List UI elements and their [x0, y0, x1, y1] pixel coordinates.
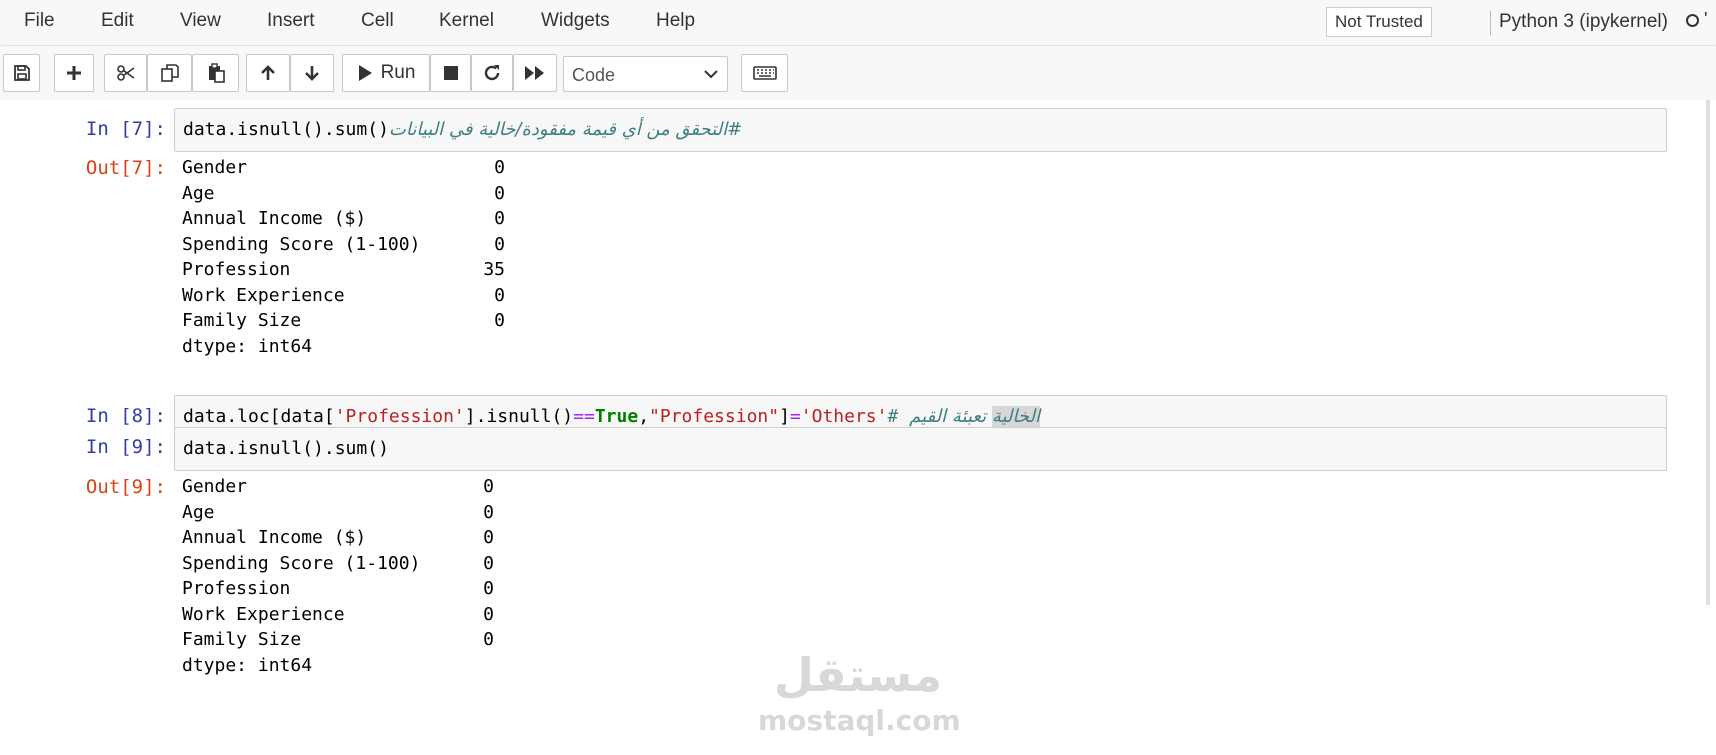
fast-forward-icon — [525, 66, 544, 80]
trust-button[interactable]: Not Trusted — [1326, 7, 1432, 37]
cut-button[interactable] — [104, 54, 147, 92]
output-row: Work Experience 0 — [182, 603, 494, 625]
menu-insert[interactable]: Insert — [267, 10, 315, 32]
output-row: Annual Income ($) 0 — [182, 527, 494, 548]
kernel-name[interactable]: Python 3 (ipykernel) — [1499, 11, 1668, 33]
keyboard-icon — [752, 66, 777, 80]
code-cell-7[interactable]: data.isnull().sum()#التحقق من أي قيمة مف… — [174, 108, 1667, 152]
code-line: data.isnull().sum() — [183, 438, 389, 459]
toolbar: Run Code — [0, 46, 1716, 100]
output-dtype: dtype: int64 — [182, 335, 313, 357]
move-up-button[interactable] — [246, 54, 290, 92]
output-row: Annual Income ($) 0 — [182, 208, 505, 229]
watermark-text: mostaql.com — [758, 704, 961, 737]
output-row: Family Size 0 — [182, 310, 505, 331]
chevron-down-icon — [704, 70, 718, 79]
partial-icon: ' — [1704, 9, 1708, 29]
code-comment: #التحقق من أي قيمة مفقودة/خالية في البيا… — [388, 119, 743, 140]
in-prompt: In [9]: — [85, 436, 166, 458]
output-row: Gender 0 — [182, 476, 494, 497]
text-selection: الخالية — [991, 406, 1040, 427]
out-prompt: Out[7]: — [85, 157, 166, 179]
restart-run-all-button[interactable] — [513, 54, 557, 92]
output-row: Gender 0 — [182, 157, 505, 178]
save-button[interactable] — [3, 54, 40, 92]
in-prompt: In [8]: — [85, 405, 166, 427]
output-row: Age 0 — [182, 501, 494, 523]
kernel-idle-indicator-icon — [1686, 14, 1699, 27]
move-down-button[interactable] — [290, 54, 334, 92]
menu-edit[interactable]: Edit — [101, 10, 134, 32]
run-button[interactable]: Run — [342, 54, 430, 92]
paste-button[interactable] — [192, 54, 239, 92]
save-icon — [13, 65, 30, 81]
scrollbar[interactable] — [1706, 100, 1710, 605]
cell-type-select[interactable]: Code — [563, 56, 728, 92]
output-row: Spending Score (1-100) 0 — [182, 233, 505, 255]
restart-button[interactable] — [471, 54, 513, 92]
play-icon — [358, 65, 372, 81]
plus-icon — [67, 66, 81, 80]
arrow-up-icon — [261, 65, 275, 80]
cut-icon — [116, 65, 134, 81]
output-row: Age 0 — [182, 182, 505, 204]
arrow-down-icon — [305, 66, 319, 81]
restart-icon — [484, 65, 500, 81]
code-text: data.isnull().sum() — [183, 119, 389, 140]
menu-cell[interactable]: Cell — [361, 10, 394, 32]
code-line: data.isnull().sum()#التحقق من أي قيمة مف… — [183, 119, 742, 141]
output-row: Work Experience 0 — [182, 284, 505, 306]
code-cell-9[interactable]: data.isnull().sum() — [174, 427, 1667, 471]
watermark: مستقل mostaql.com — [758, 648, 961, 738]
copy-button[interactable] — [147, 54, 192, 92]
stop-icon — [443, 66, 458, 80]
menu-view[interactable]: View — [180, 10, 221, 32]
output-row: Profession 35 — [182, 259, 505, 280]
run-label: Run — [380, 62, 416, 83]
kernel-divider — [1490, 11, 1491, 36]
output-dtype: dtype: int64 — [182, 654, 313, 676]
output-row: Profession 0 — [182, 578, 494, 599]
copy-icon — [160, 64, 179, 82]
paste-icon — [208, 63, 225, 83]
insert-cell-button[interactable] — [54, 54, 94, 92]
command-palette-button[interactable] — [741, 54, 788, 92]
cell-type-value: Code — [572, 65, 616, 85]
code-line: data.loc[data['Profession'].isnull()==Tr… — [183, 406, 1040, 427]
menu-kernel[interactable]: Kernel — [439, 10, 494, 32]
output-row: Spending Score (1-100) 0 — [182, 552, 494, 574]
menu-help[interactable]: Help — [656, 10, 695, 32]
output-row: Family Size 0 — [182, 629, 494, 650]
out-prompt: Out[9]: — [85, 476, 166, 498]
interrupt-button[interactable] — [430, 54, 471, 92]
menu-widgets[interactable]: Widgets — [541, 10, 610, 32]
in-prompt: In [7]: — [85, 118, 166, 140]
menu-file[interactable]: File — [24, 10, 55, 32]
menubar: File Edit View Insert Cell Kernel Widget… — [0, 0, 1716, 46]
watermark-logo: مستقل — [773, 648, 943, 702]
